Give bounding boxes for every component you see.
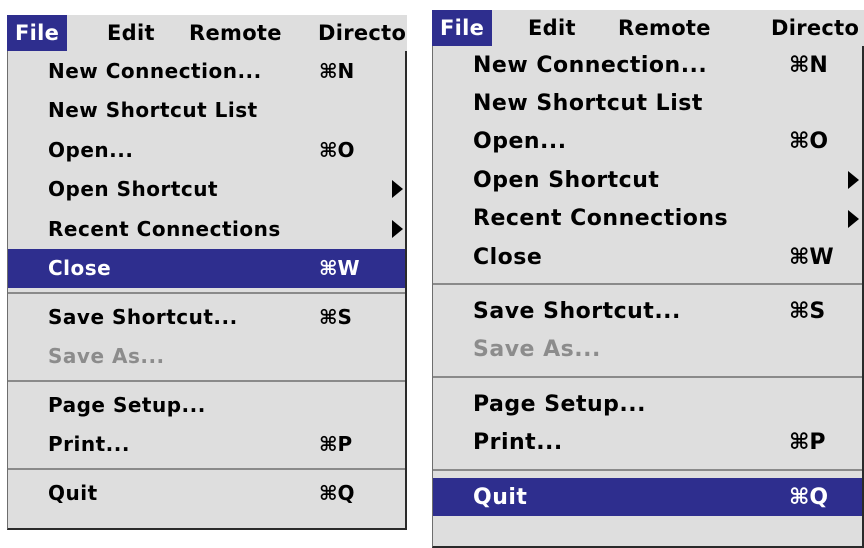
menu-item-label: Close <box>48 256 112 281</box>
menu-item-label: Open... <box>473 129 567 155</box>
menu-item-label: Save Shortcut... <box>48 304 238 329</box>
submenu-arrow-icon <box>848 209 859 228</box>
menubar-file-menu[interactable]: File <box>432 10 493 46</box>
menu-item-shortcut: ⌘O <box>789 129 829 155</box>
menu-bar: File Edit Remote Directo <box>432 10 864 47</box>
file-dropdown-menu: New Connection... ⌘N New Shortcut List Open… <box>7 51 407 530</box>
menu-item-quit[interactable]: Quit ⌘Q <box>433 477 862 517</box>
menu-item-new-connection[interactable]: New Connection... ⌘N <box>433 46 862 84</box>
menu-item-shortcut: ⌘O <box>319 137 355 162</box>
menu-item-label: Page Setup... <box>48 392 206 417</box>
menu-separator <box>433 276 862 292</box>
menu-item-page-setup[interactable]: Page Setup... <box>8 385 405 425</box>
menu-item-shortcut: ⌘P <box>789 430 826 456</box>
menu-item-label: Recent Connections <box>48 216 281 241</box>
menu-item-new-connection[interactable]: New Connection... ⌘N <box>8 51 405 91</box>
menu-item-recent-connections[interactable]: Recent Connections <box>8 209 405 249</box>
menu-item-print[interactable]: Print... ⌘P <box>433 424 862 462</box>
menu-item-label: Save As... <box>473 337 601 363</box>
menu-item-open[interactable]: Open... ⌘O <box>8 130 405 170</box>
menu-item-label: Page Setup... <box>473 391 646 417</box>
menu-item-shortcut: ⌘S <box>319 304 352 329</box>
menu-item-shortcut: ⌘W <box>319 256 360 281</box>
menu-item-shortcut: ⌘Q <box>319 480 355 505</box>
menu-item-label: Quit <box>473 484 528 510</box>
menubar-director-menu[interactable]: Director <box>310 15 407 51</box>
submenu-arrow-icon <box>392 219 403 238</box>
menu-item-open-shortcut[interactable]: Open Shortcut <box>8 170 405 210</box>
menu-item-label: New Connection... <box>48 58 262 83</box>
submenu-arrow-icon <box>848 171 859 190</box>
menu-item-shortcut: ⌘W <box>789 244 834 270</box>
menubar-remote-menu[interactable]: Remote <box>610 10 719 46</box>
menu-item-save-as: Save As... <box>433 331 862 369</box>
menu-item-shortcut: ⌘Q <box>789 484 829 510</box>
menu-item-new-shortcut-list[interactable]: New Shortcut List <box>8 91 405 131</box>
menubar-file-menu[interactable]: File <box>7 15 68 51</box>
separator-line <box>433 468 862 471</box>
menu-item-shortcut: ⌘N <box>789 52 828 78</box>
menu-item-label: Close <box>473 244 543 270</box>
file-menu-screenshot-close-selected: File Edit Remote Director New Connection... ⌘… <box>7 15 407 530</box>
menu-item-label: New Shortcut List <box>48 98 258 123</box>
menubar-remote-menu[interactable]: Remote <box>181 15 290 51</box>
menu-separator <box>8 288 405 297</box>
menu-item-label: Quit <box>48 480 98 505</box>
menu-separator <box>8 464 405 473</box>
file-dropdown-menu: New Connection... ⌘N New Shortcut List Open… <box>432 46 864 548</box>
menu-separator <box>8 376 405 385</box>
menu-item-label: Save As... <box>48 344 165 369</box>
menu-item-open[interactable]: Open... ⌘O <box>433 123 862 161</box>
menu-item-label: New Shortcut List <box>473 91 703 117</box>
menu-item-print[interactable]: Print... ⌘P <box>8 425 405 465</box>
menu-bar: File Edit Remote Director <box>7 15 407 52</box>
menu-item-open-shortcut[interactable]: Open Shortcut <box>433 161 862 199</box>
menu-item-save-shortcut[interactable]: Save Shortcut... ⌘S <box>433 292 862 330</box>
menu-item-label: Print... <box>48 432 130 457</box>
menu-item-label: Recent Connections <box>473 206 729 232</box>
menu-item-close[interactable]: Close ⌘W <box>433 238 862 276</box>
menu-item-save-as: Save As... <box>8 337 405 377</box>
separator-line <box>8 292 405 294</box>
menu-item-shortcut: ⌘S <box>789 299 826 325</box>
menubar-edit-menu[interactable]: Edit <box>520 10 584 46</box>
menu-item-label: Open Shortcut <box>48 177 219 202</box>
menu-item-recent-connections[interactable]: Recent Connections <box>433 200 862 238</box>
submenu-arrow-icon <box>392 180 403 199</box>
menu-item-label: Print... <box>473 430 563 456</box>
separator-line <box>8 468 405 470</box>
menubar-edit-menu[interactable]: Edit <box>99 15 163 51</box>
separator-line <box>433 283 862 286</box>
menu-item-label: New Connection... <box>473 52 708 78</box>
menu-separator <box>433 462 862 478</box>
menu-item-label: Open... <box>48 137 134 162</box>
separator-line <box>8 380 405 382</box>
menubar-directo-menu[interactable]: Directo <box>763 10 864 46</box>
menu-item-save-shortcut[interactable]: Save Shortcut... ⌘S <box>8 297 405 337</box>
menu-item-label: Save Shortcut... <box>473 299 681 325</box>
menu-item-label: Open Shortcut <box>473 167 660 193</box>
separator-line <box>433 376 862 379</box>
file-menu-screenshot-quit-selected: File Edit Remote Directo New Connection... ⌘N… <box>432 10 864 548</box>
menu-separator <box>433 369 862 385</box>
menu-item-quit[interactable]: Quit ⌘Q <box>8 473 405 513</box>
menu-item-page-setup[interactable]: Page Setup... <box>433 385 862 423</box>
menu-item-close[interactable]: Close ⌘W <box>8 248 405 288</box>
menu-item-new-shortcut-list[interactable]: New Shortcut List <box>433 84 862 122</box>
menu-item-shortcut: ⌘P <box>319 432 353 457</box>
menu-item-shortcut: ⌘N <box>319 58 355 83</box>
